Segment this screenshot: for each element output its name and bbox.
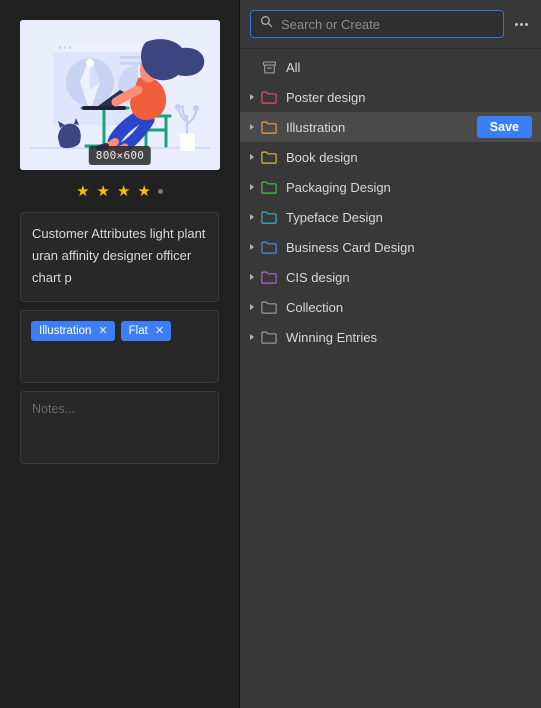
- chevron-right-icon[interactable]: [245, 304, 259, 310]
- folder-row-typeface-design[interactable]: Typeface Design: [240, 202, 541, 232]
- description-field[interactable]: Customer Attributes light plant uran aff…: [20, 212, 219, 302]
- star-3[interactable]: ★: [117, 184, 130, 199]
- folder-icon: [259, 328, 279, 346]
- folder-label: CIS design: [286, 269, 350, 285]
- item-details-panel: 800×600 ★ ★ ★ ★ Customer Attributes ligh…: [0, 0, 240, 708]
- folder-row-collection[interactable]: Collection: [240, 292, 541, 322]
- folder-row-illustration[interactable]: Illustration Save: [240, 112, 541, 142]
- folder-icon: [259, 238, 279, 256]
- ellipsis-icon: [524, 22, 528, 26]
- close-icon[interactable]: ✕: [155, 326, 164, 337]
- clear-rating-dot[interactable]: [157, 188, 163, 194]
- search-row: [240, 0, 541, 49]
- folder-label: Typeface Design: [286, 209, 383, 225]
- tag-chip[interactable]: Flat ✕: [120, 321, 172, 341]
- folder-icon: [259, 148, 279, 166]
- archive-box-icon: [259, 58, 279, 76]
- notes-field[interactable]: Notes...: [20, 391, 219, 464]
- close-icon[interactable]: ✕: [98, 326, 107, 337]
- search-input[interactable]: [281, 16, 494, 32]
- chevron-right-icon[interactable]: [245, 274, 259, 280]
- chevron-right-icon[interactable]: [245, 214, 259, 220]
- star-2[interactable]: ★: [97, 184, 110, 199]
- folder-label: Business Card Design: [286, 239, 415, 255]
- folder-row-all[interactable]: All: [240, 52, 541, 82]
- chevron-right-icon[interactable]: [245, 334, 259, 340]
- search-field[interactable]: [250, 10, 504, 38]
- tag-label: Illustration: [39, 325, 92, 337]
- star-1[interactable]: ★: [76, 184, 89, 199]
- star-4[interactable]: ★: [137, 184, 150, 199]
- dimensions-badge: 800×600: [88, 146, 152, 165]
- folder-label: All: [286, 59, 301, 75]
- more-options-button[interactable]: [510, 12, 532, 36]
- tags-field[interactable]: Illustration ✕ Flat ✕: [20, 310, 219, 383]
- folder-row-packaging-design[interactable]: Packaging Design: [240, 172, 541, 202]
- tag-chip[interactable]: Illustration ✕: [31, 321, 115, 341]
- chevron-right-icon[interactable]: [245, 244, 259, 250]
- folder-row-poster-design[interactable]: Poster design: [240, 82, 541, 112]
- folder-label: Winning Entries: [286, 329, 378, 345]
- search-icon: [260, 15, 273, 33]
- folder-icon: [259, 298, 279, 316]
- folder-list[interactable]: All Poster design Illustration Save Book…: [240, 49, 541, 708]
- chevron-right-icon[interactable]: [245, 184, 259, 190]
- folder-icon: [259, 118, 279, 136]
- folder-label: Poster design: [286, 89, 366, 105]
- folder-icon: [259, 178, 279, 196]
- folder-label: Book design: [286, 149, 358, 165]
- folder-icon: [259, 268, 279, 286]
- extension-popup: 800×600 ★ ★ ★ ★ Customer Attributes ligh…: [0, 0, 541, 708]
- chevron-right-icon[interactable]: [245, 154, 259, 160]
- chevron-right-icon[interactable]: [245, 94, 259, 100]
- folders-panel: All Poster design Illustration Save: [240, 0, 541, 708]
- save-button[interactable]: Save: [476, 116, 532, 138]
- folder-row-cis-design[interactable]: CIS design: [240, 262, 541, 292]
- tag-label: Flat: [128, 325, 148, 337]
- folder-label: Packaging Design: [286, 179, 391, 195]
- folder-label: Collection: [286, 299, 344, 315]
- ellipsis-icon: [519, 22, 523, 26]
- folder-row-book-design[interactable]: Book design: [240, 142, 541, 172]
- star-rating[interactable]: ★ ★ ★ ★: [20, 178, 219, 204]
- folder-row-winning-entries[interactable]: Winning Entries: [240, 322, 541, 352]
- folder-icon: [259, 88, 279, 106]
- folder-icon: [259, 208, 279, 226]
- preview-thumbnail[interactable]: 800×600: [20, 20, 220, 170]
- ellipsis-icon: [514, 22, 518, 26]
- chevron-right-icon[interactable]: [245, 124, 259, 130]
- folder-row-business-card-design[interactable]: Business Card Design: [240, 232, 541, 262]
